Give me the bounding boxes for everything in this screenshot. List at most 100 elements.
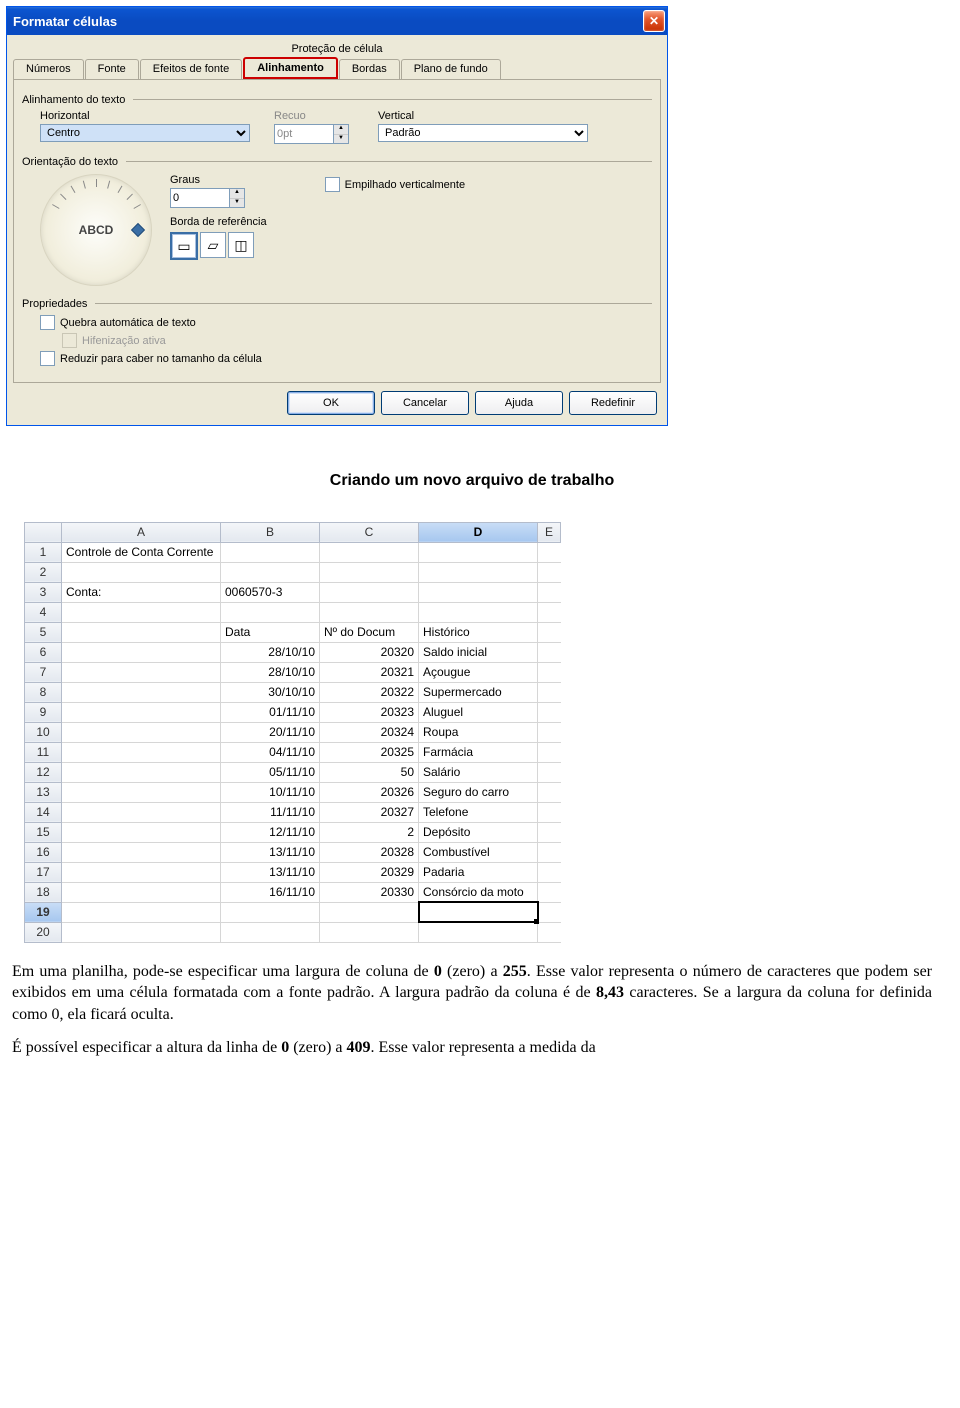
cell[interactable]: 13/11/10 — [221, 862, 320, 882]
cell[interactable]: Roupa — [419, 722, 538, 742]
cell[interactable] — [538, 862, 561, 882]
cell[interactable] — [538, 582, 561, 602]
cell[interactable] — [62, 882, 221, 902]
cell[interactable]: 20329 — [320, 862, 419, 882]
cell[interactable] — [62, 902, 221, 922]
cell[interactable]: 01/11/10 — [221, 702, 320, 722]
tab-font[interactable]: Fonte — [85, 59, 139, 79]
cell[interactable]: 20327 — [320, 802, 419, 822]
reset-button[interactable]: Redefinir — [569, 391, 657, 415]
col-header-C[interactable]: C — [320, 522, 419, 542]
degrees-input[interactable] — [170, 188, 229, 208]
cell[interactable] — [419, 542, 538, 562]
cell[interactable] — [538, 662, 561, 682]
cell[interactable]: 12/11/10 — [221, 822, 320, 842]
spinner-buttons[interactable]: ▲▼ — [229, 188, 245, 208]
row-header[interactable]: 20 — [25, 922, 62, 942]
cell[interactable]: 13/11/10 — [221, 842, 320, 862]
cell[interactable]: Padaria — [419, 862, 538, 882]
cell[interactable] — [62, 822, 221, 842]
shrink-checkbox[interactable] — [40, 351, 55, 366]
cell[interactable] — [62, 862, 221, 882]
row-header[interactable]: 16 — [25, 842, 62, 862]
cell[interactable]: 20322 — [320, 682, 419, 702]
cell[interactable] — [62, 922, 221, 942]
cell[interactable] — [221, 902, 320, 922]
row-header[interactable]: 13 — [25, 782, 62, 802]
cell[interactable] — [62, 762, 221, 782]
cancel-button[interactable]: Cancelar — [381, 391, 469, 415]
cell[interactable] — [538, 642, 561, 662]
row-header[interactable]: 2 — [25, 562, 62, 582]
row-header[interactable]: 15 — [25, 822, 62, 842]
cell[interactable]: Supermercado — [419, 682, 538, 702]
cell[interactable]: Nº do Docum — [320, 622, 419, 642]
cell[interactable] — [538, 922, 561, 942]
cell[interactable]: Farmácia — [419, 742, 538, 762]
cell[interactable]: 28/10/10 — [221, 662, 320, 682]
cell[interactable]: 20320 — [320, 642, 419, 662]
cell[interactable]: 16/11/10 — [221, 882, 320, 902]
row-header[interactable]: 9 — [25, 702, 62, 722]
row-header[interactable]: 1 — [25, 542, 62, 562]
row-header[interactable]: 3 — [25, 582, 62, 602]
cell[interactable]: Consórcio da moto — [419, 882, 538, 902]
col-header-A[interactable]: A — [62, 522, 221, 542]
cell[interactable] — [538, 562, 561, 582]
cell[interactable] — [538, 822, 561, 842]
cell[interactable]: 0060570-3 — [221, 582, 320, 602]
cell[interactable] — [538, 762, 561, 782]
col-header-E[interactable]: E — [538, 522, 561, 542]
cell[interactable]: Salário — [419, 762, 538, 782]
cell[interactable] — [320, 602, 419, 622]
cell[interactable]: Histórico — [419, 622, 538, 642]
help-button[interactable]: Ajuda — [475, 391, 563, 415]
cell[interactable] — [538, 602, 561, 622]
cell[interactable]: Telefone — [419, 802, 538, 822]
cell[interactable] — [62, 642, 221, 662]
row-header[interactable]: 19 — [25, 902, 62, 922]
cell[interactable]: 20323 — [320, 702, 419, 722]
cell[interactable] — [221, 562, 320, 582]
cell[interactable] — [320, 542, 419, 562]
cell[interactable] — [62, 842, 221, 862]
tab-alignment[interactable]: Alinhamento — [243, 57, 338, 79]
cell[interactable]: 10/11/10 — [221, 782, 320, 802]
cell[interactable] — [419, 902, 538, 922]
row-header[interactable]: 4 — [25, 602, 62, 622]
close-icon[interactable]: ✕ — [643, 10, 665, 32]
ok-button[interactable]: OK — [287, 391, 375, 415]
cell[interactable] — [538, 882, 561, 902]
cell[interactable] — [538, 702, 561, 722]
cell[interactable]: 20326 — [320, 782, 419, 802]
cell[interactable] — [62, 602, 221, 622]
row-header[interactable]: 18 — [25, 882, 62, 902]
cell[interactable] — [62, 722, 221, 742]
tab-font-effects[interactable]: Efeitos de fonte — [140, 59, 242, 79]
cell[interactable] — [62, 662, 221, 682]
cell[interactable]: Saldo inicial — [419, 642, 538, 662]
cell[interactable] — [538, 802, 561, 822]
cell[interactable] — [62, 682, 221, 702]
cell[interactable] — [62, 802, 221, 822]
cell[interactable] — [419, 562, 538, 582]
cell[interactable] — [62, 562, 221, 582]
cell[interactable] — [221, 922, 320, 942]
cell[interactable]: 20321 — [320, 662, 419, 682]
row-header[interactable]: 17 — [25, 862, 62, 882]
row-header[interactable]: 14 — [25, 802, 62, 822]
cell[interactable]: 11/11/10 — [221, 802, 320, 822]
cell[interactable] — [320, 562, 419, 582]
cell[interactable] — [538, 682, 561, 702]
row-header[interactable]: 7 — [25, 662, 62, 682]
tab-borders[interactable]: Bordas — [339, 59, 400, 79]
cell[interactable] — [221, 542, 320, 562]
ref-edge-bottom-icon[interactable]: ▭ — [170, 232, 198, 260]
cell[interactable]: 05/11/10 — [221, 762, 320, 782]
cell[interactable]: Açougue — [419, 662, 538, 682]
cell[interactable]: 2 — [320, 822, 419, 842]
tab-background[interactable]: Plano de fundo — [401, 59, 501, 79]
cell[interactable] — [62, 702, 221, 722]
cell[interactable] — [320, 902, 419, 922]
row-header[interactable]: 8 — [25, 682, 62, 702]
